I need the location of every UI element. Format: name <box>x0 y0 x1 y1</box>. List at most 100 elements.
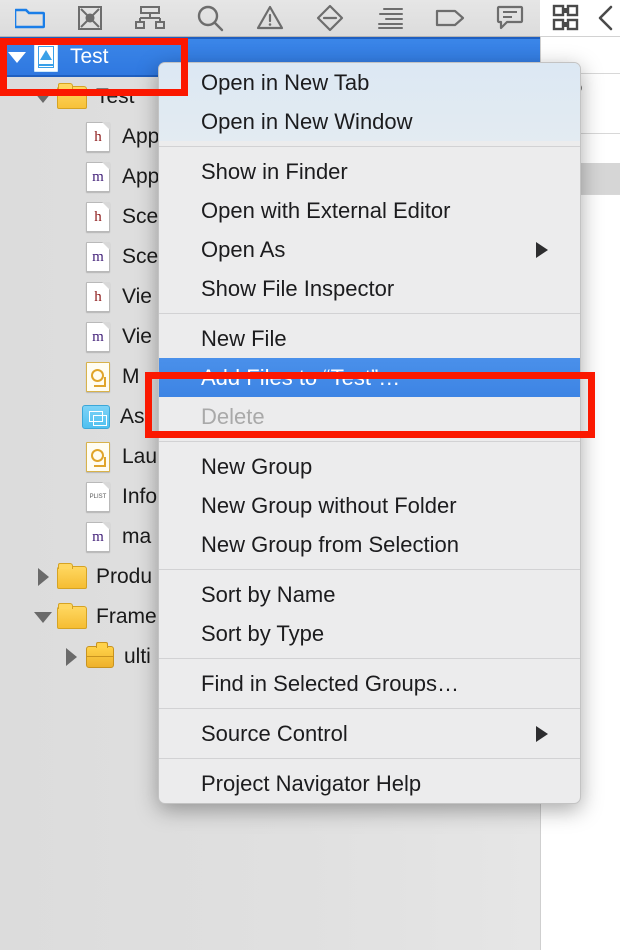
menu-item-delete: Delete <box>159 397 580 436</box>
xcode-window: Test Test h App m App h Sce m Sce h Vie <box>0 0 620 950</box>
menu-item-label: New Group <box>201 454 312 480</box>
menu-item-project-navigator-help[interactable]: Project Navigator Help <box>159 764 580 803</box>
context-menu-group: Sort by Name Sort by Type <box>159 575 580 653</box>
report-navigator-icon[interactable] <box>480 0 540 37</box>
navigator-row-label: Test <box>88 85 135 109</box>
menu-separator <box>159 569 580 570</box>
menu-item-label: Sort by Name <box>201 582 336 608</box>
navigator-row-label: Vie <box>114 285 152 309</box>
source-control-navigator-icon[interactable] <box>60 0 120 37</box>
folder-icon <box>56 566 88 589</box>
menu-item-label: Project Navigator Help <box>201 771 421 797</box>
objc-file-icon: m <box>82 242 114 272</box>
menu-item-open-in-new-window[interactable]: Open in New Window <box>159 102 580 141</box>
group-folder-icon <box>56 86 88 109</box>
menu-separator <box>159 758 580 759</box>
menu-item-label: Delete <box>201 404 265 430</box>
menu-item-label: New Group without Folder <box>201 493 457 519</box>
objc-file-icon: m <box>82 522 114 552</box>
navigator-row-label: Lau <box>114 445 157 469</box>
objc-file-icon: m <box>82 162 114 192</box>
menu-item-sort-by-name[interactable]: Sort by Name <box>159 575 580 614</box>
xcode-project-icon <box>30 42 62 72</box>
objc-file-icon: m <box>82 322 114 352</box>
menu-item-label: Open with External Editor <box>201 198 450 224</box>
breakpoint-navigator-icon[interactable] <box>420 0 480 37</box>
submenu-arrow-icon <box>536 242 548 258</box>
menu-item-label: Find in Selected Groups… <box>201 671 459 697</box>
header-file-icon: h <box>82 202 114 232</box>
menu-item-label: Source Control <box>201 721 348 747</box>
menu-item-label: New Group from Selection <box>201 532 459 558</box>
four-squares-icon[interactable] <box>540 0 592 37</box>
menu-item-label: New File <box>201 326 287 352</box>
navigator-row-label: As <box>112 405 145 429</box>
context-menu-group: Project Navigator Help <box>159 764 580 803</box>
menu-item-label: Open As <box>201 237 285 263</box>
menu-item-new-group-without-folder[interactable]: New Group without Folder <box>159 486 580 525</box>
folder-icon <box>56 606 88 629</box>
debug-navigator-icon[interactable] <box>360 0 420 37</box>
menu-item-label: Show File Inspector <box>201 276 394 302</box>
editor-toolbar <box>540 0 620 37</box>
menu-item-find-in-selected-groups[interactable]: Find in Selected Groups… <box>159 664 580 703</box>
submenu-arrow-icon <box>536 726 548 742</box>
disclosure-triangle-down-icon[interactable] <box>4 52 30 63</box>
context-menu-group: New File Add Files to “Test”… Delete <box>159 319 580 436</box>
chevron-left-icon[interactable] <box>592 0 620 37</box>
storyboard-file-icon <box>82 362 114 392</box>
menu-separator <box>159 313 580 314</box>
menu-item-label: Open in New Tab <box>201 70 369 96</box>
menu-item-show-file-inspector[interactable]: Show File Inspector <box>159 269 580 308</box>
menu-item-show-in-finder[interactable]: Show in Finder <box>159 152 580 191</box>
disclosure-triangle-down-icon[interactable] <box>30 612 56 623</box>
menu-item-new-group[interactable]: New Group <box>159 447 580 486</box>
menu-item-label: Add Files to “Test”… <box>201 365 400 391</box>
navigator-row-label: Frame <box>88 605 157 629</box>
menu-separator <box>159 146 580 147</box>
menu-item-source-control[interactable]: Source Control <box>159 714 580 753</box>
menu-item-sort-by-type[interactable]: Sort by Type <box>159 614 580 653</box>
asset-catalog-icon <box>80 405 112 429</box>
context-menu-group: Show in Finder Open with External Editor… <box>159 152 580 308</box>
menu-item-open-as[interactable]: Open As <box>159 230 580 269</box>
project-navigator-icon[interactable] <box>0 0 60 37</box>
navigator-row-label: App <box>114 125 159 149</box>
issue-navigator-icon[interactable] <box>240 0 300 37</box>
menu-item-open-in-new-tab[interactable]: Open in New Tab <box>159 63 580 102</box>
navigator-row-label: Vie <box>114 325 152 349</box>
context-menu-group: New Group New Group without Folder New G… <box>159 447 580 564</box>
navigator-row-label: App <box>114 165 159 189</box>
storyboard-file-icon <box>82 442 114 472</box>
navigator-row-label: ma <box>114 525 151 549</box>
navigator-row-label: Sce <box>114 205 158 229</box>
disclosure-triangle-right-icon[interactable] <box>58 648 84 666</box>
navigator-row-label: Sce <box>114 245 158 269</box>
header-file-icon: h <box>82 282 114 312</box>
context-menu-group: Open in New Tab Open in New Window <box>159 63 580 141</box>
test-navigator-icon[interactable] <box>300 0 360 37</box>
menu-item-add-files-to-test[interactable]: Add Files to “Test”… <box>159 358 580 397</box>
symbol-navigator-icon[interactable] <box>120 0 180 37</box>
header-file-icon: h <box>82 122 114 152</box>
menu-item-new-file[interactable]: New File <box>159 319 580 358</box>
menu-item-label: Open in New Window <box>201 109 413 135</box>
menu-item-label: Show in Finder <box>201 159 348 185</box>
context-menu[interactable]: Open in New Tab Open in New Window Show … <box>158 62 581 804</box>
menu-item-label: Sort by Type <box>201 621 324 647</box>
context-menu-group: Find in Selected Groups… <box>159 664 580 703</box>
navigator-row-label: Test <box>62 45 109 69</box>
navigator-row-label: M <box>114 365 140 389</box>
navigator-row-label: Produ <box>88 565 152 589</box>
plist-file-icon: PLIST <box>82 482 114 512</box>
disclosure-triangle-down-icon[interactable] <box>30 92 56 103</box>
disclosure-triangle-right-icon[interactable] <box>30 568 56 586</box>
menu-item-open-with-external-editor[interactable]: Open with External Editor <box>159 191 580 230</box>
find-navigator-icon[interactable] <box>180 0 240 37</box>
menu-item-new-group-from-selection[interactable]: New Group from Selection <box>159 525 580 564</box>
navigator-row-label: Info <box>114 485 157 509</box>
navigator-toolbar <box>0 0 540 37</box>
menu-separator <box>159 441 580 442</box>
navigator-row-label: ulti <box>116 645 151 669</box>
context-menu-group: Source Control <box>159 714 580 753</box>
